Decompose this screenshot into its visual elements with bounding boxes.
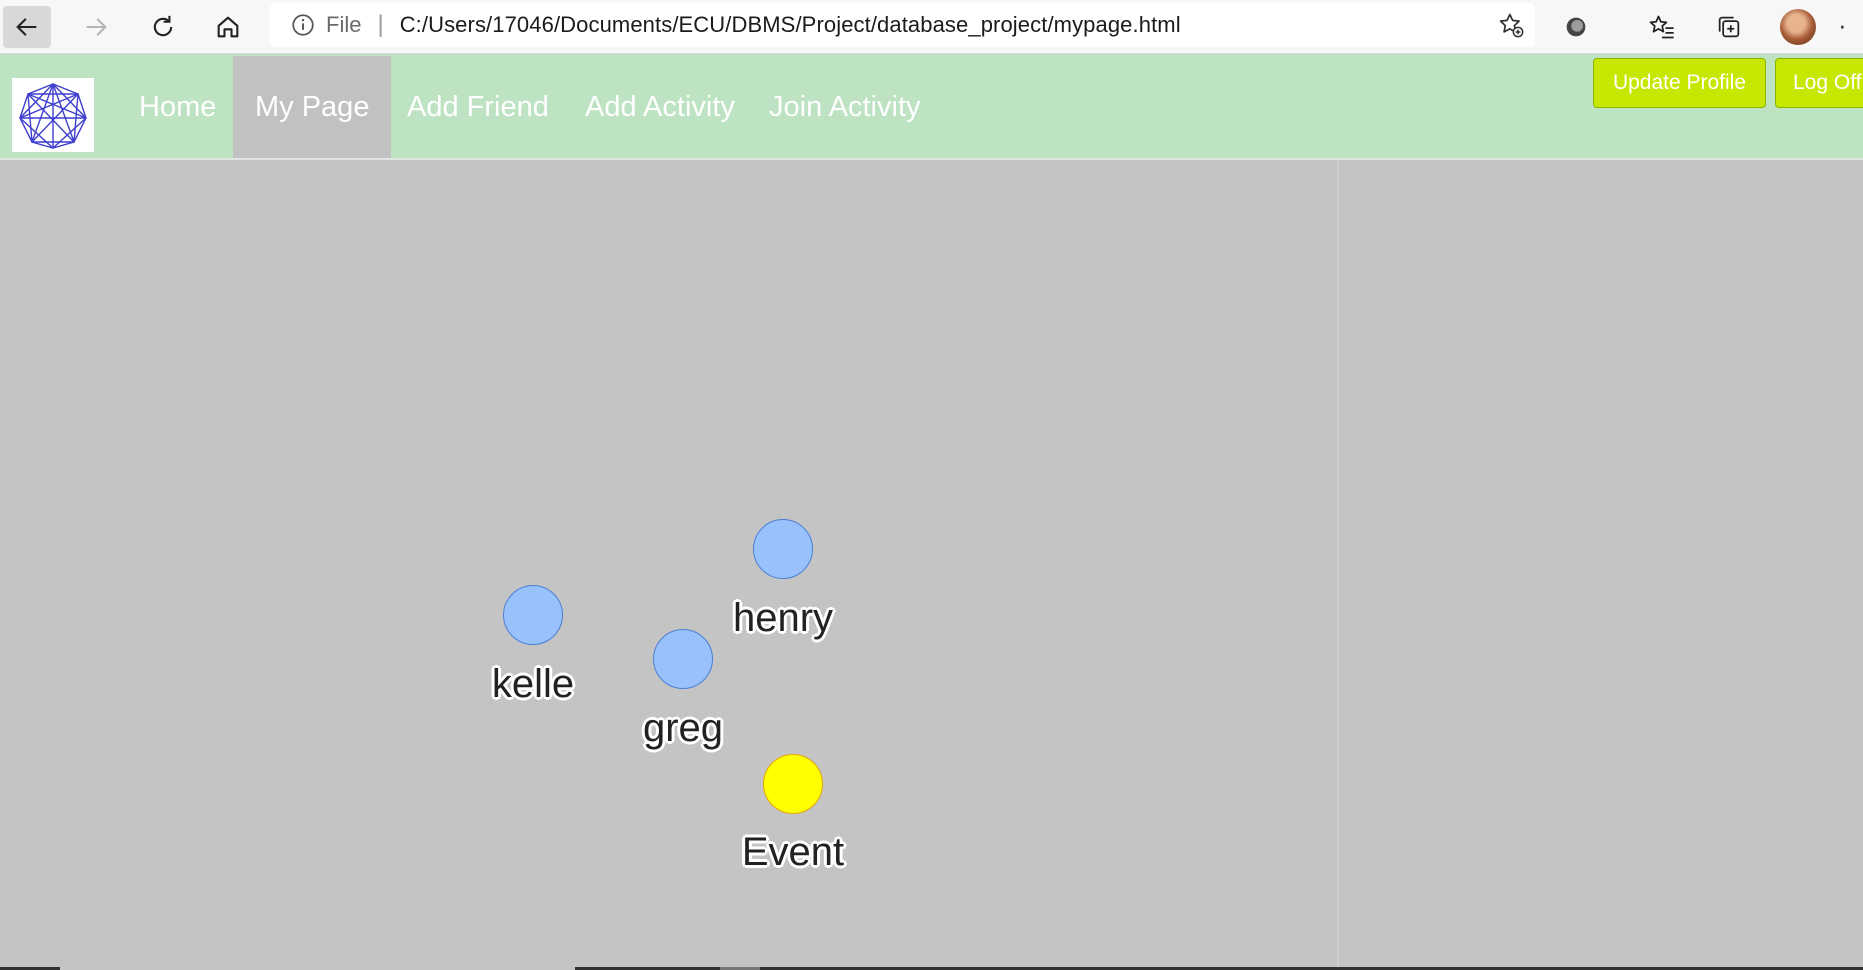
nav-add-activity[interactable]: Add Activity [563,56,757,158]
nav-my-page[interactable]: My Page [233,56,392,158]
graph-node-kelle[interactable] [503,585,563,645]
graph-node-label: Event [741,830,845,874]
favorites-icon [1649,15,1674,39]
graph-node-henry[interactable] [753,519,813,579]
home-button[interactable] [204,6,252,48]
side-panel [1337,160,1863,970]
profile-avatar[interactable] [1780,9,1816,45]
arrow-left-icon [16,18,37,36]
reload-button[interactable] [139,6,187,48]
graph-node-label: kelle [491,662,575,706]
nav-add-friend[interactable]: Add Friend [385,56,571,158]
collections-button[interactable] [1710,8,1748,46]
extension-button[interactable] [1557,8,1595,46]
site-navbar: Home My Page Add Friend Add Activity Joi… [0,54,1863,160]
log-off-button[interactable]: Log Off [1775,58,1863,108]
back-button[interactable] [3,6,51,48]
address-url[interactable]: C:/Users/17046/Documents/ECU/DBMS/Projec… [400,12,1181,38]
home-icon [217,16,239,38]
browser-toolbar: File | C:/Users/17046/Documents/ECU/DBMS… [0,0,1863,54]
graph-node-greg[interactable] [653,629,713,689]
reload-icon [153,15,173,37]
extension-circle-icon [1566,17,1586,37]
nav-home[interactable]: Home [117,56,238,158]
site-logo[interactable] [12,78,94,152]
nav-join-activity[interactable]: Join Activity [747,56,943,158]
friend-graph-canvas[interactable]: henry kelle greg Event [0,160,1337,970]
forward-button[interactable] [72,6,120,48]
graph-node-label: henry [732,596,834,640]
update-profile-button[interactable]: Update Profile [1593,58,1766,108]
address-bar[interactable]: File | C:/Users/17046/Documents/ECU/DBMS… [270,3,1535,47]
address-separator: | [377,11,384,38]
add-favorite-icon[interactable] [1497,11,1525,39]
address-scheme: File [326,12,362,37]
more-icon[interactable]: · [1838,10,1847,41]
graph-node-event[interactable] [763,754,823,814]
collections-icon [1718,16,1740,38]
arrow-right-icon [86,18,107,36]
network-graph-logo-icon [18,82,88,149]
info-icon [292,14,314,36]
graph-node-label: greg [642,706,724,750]
favorites-button[interactable] [1643,8,1681,46]
